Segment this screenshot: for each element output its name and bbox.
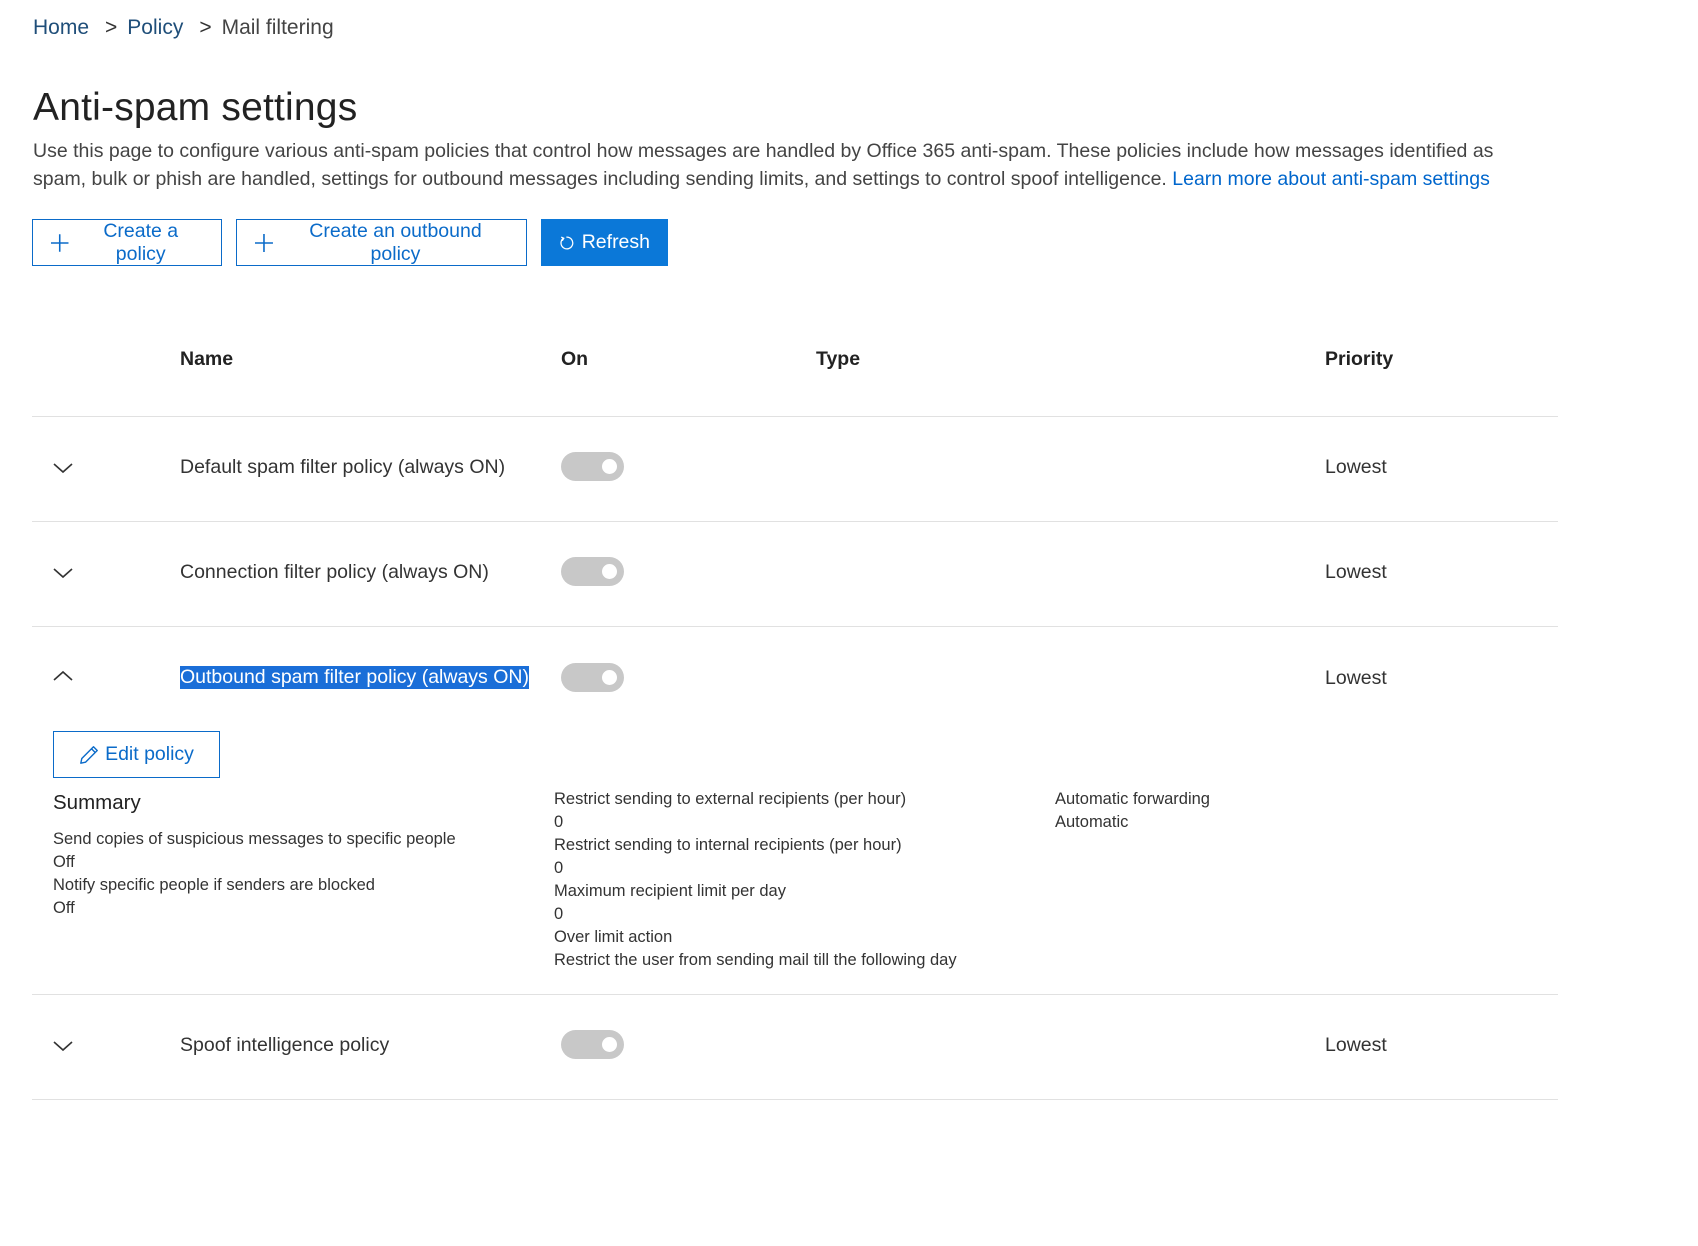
policy-toggle[interactable] — [561, 1030, 624, 1059]
policy-priority: Lowest — [1325, 1034, 1387, 1056]
policy-toggle[interactable] — [561, 557, 624, 586]
setting-label: Restrict sending to external recipients … — [554, 790, 907, 808]
policy-priority: Lowest — [1325, 561, 1387, 583]
refresh-button[interactable]: Refresh — [541, 219, 668, 266]
refresh-icon — [560, 235, 574, 249]
table-row[interactable]: Connection filter policy (always ON) Low… — [32, 521, 1558, 627]
summary-column-notifications: Send copies of suspicious messages to sp… — [53, 828, 456, 920]
policy-name[interactable]: Outbound spam filter policy (always ON) — [180, 666, 529, 689]
table-header: Name On Type Priority — [32, 335, 1558, 417]
breadcrumb-separator: > — [105, 16, 118, 39]
toggle-knob — [602, 459, 617, 474]
policy-name[interactable]: Default spam filter policy (always ON) — [180, 456, 505, 479]
toggle-knob — [602, 670, 617, 685]
summary-column-limits: Restrict sending to external recipients … — [554, 788, 957, 972]
setting-label: Send copies of suspicious messages to sp… — [53, 830, 456, 848]
breadcrumb-policy-link[interactable]: Policy — [127, 16, 183, 40]
setting-value: 0 — [554, 859, 564, 877]
refresh-label: Refresh — [581, 231, 650, 253]
table-row[interactable]: Default spam filter policy (always ON) L… — [32, 416, 1558, 522]
create-policy-button[interactable]: Create a policy — [32, 219, 222, 266]
setting-value: Off — [53, 899, 75, 917]
setting-value: Restrict the user from sending mail till… — [554, 951, 957, 969]
table-row[interactable]: Spoof intelligence policy Lowest — [32, 994, 1558, 1100]
setting-label: Automatic forwarding — [1055, 790, 1210, 808]
breadcrumb-home-link[interactable]: Home — [33, 16, 89, 40]
breadcrumb-separator: > — [199, 16, 212, 39]
learn-more-link[interactable]: Learn more about anti-spam settings — [1172, 168, 1490, 190]
toggle-knob — [602, 564, 617, 579]
policy-priority: Lowest — [1325, 456, 1387, 478]
breadcrumb: Home > Policy > Mail filtering — [33, 16, 334, 40]
setting-label: Maximum recipient limit per day — [554, 882, 786, 900]
setting-value: 0 — [554, 905, 564, 923]
policy-toggle[interactable] — [561, 663, 624, 692]
toggle-knob — [602, 1037, 617, 1052]
column-header-type[interactable]: Type — [816, 348, 860, 371]
create-policy-label: Create a policy — [103, 219, 179, 265]
action-bar: Create a policy Create an outbound polic… — [32, 219, 668, 266]
pencil-icon — [80, 745, 98, 764]
chevron-down-icon[interactable] — [51, 1034, 75, 1058]
setting-value: Automatic — [1055, 813, 1129, 831]
setting-label: Restrict sending to internal recipients … — [554, 836, 902, 854]
page-description: Use this page to configure various anti-… — [33, 137, 1533, 193]
create-outbound-policy-label: Create an outbound policy — [309, 219, 482, 265]
policy-name[interactable]: Connection filter policy (always ON) — [180, 561, 489, 584]
create-outbound-policy-button[interactable]: Create an outbound policy — [236, 219, 527, 266]
column-header-on[interactable]: On — [561, 348, 588, 371]
plus-icon — [50, 233, 69, 252]
edit-policy-button[interactable]: Edit policy — [53, 731, 220, 778]
column-header-name[interactable]: Name — [180, 348, 233, 371]
setting-value: Off — [53, 853, 75, 871]
setting-value: 0 — [554, 813, 564, 831]
chevron-down-icon[interactable] — [51, 561, 75, 585]
setting-label: Over limit action — [554, 928, 673, 946]
table-row-expanded[interactable]: Outbound spam filter policy (always ON) … — [32, 626, 1558, 995]
breadcrumb-current: Mail filtering — [221, 16, 334, 39]
policy-priority: Lowest — [1325, 667, 1387, 689]
summary-title: Summary — [53, 791, 141, 814]
page-title: Anti-spam settings — [33, 86, 358, 129]
column-header-priority[interactable]: Priority — [1325, 348, 1393, 371]
chevron-down-icon[interactable] — [51, 456, 75, 480]
policy-toggle[interactable] — [561, 452, 624, 481]
plus-icon — [254, 233, 273, 252]
edit-policy-label: Edit policy — [105, 743, 194, 765]
chevron-up-icon[interactable] — [51, 664, 75, 688]
setting-label: Notify specific people if senders are bl… — [53, 876, 375, 894]
summary-column-forwarding: Automatic forwarding Automatic — [1055, 788, 1210, 834]
policy-name[interactable]: Spoof intelligence policy — [180, 1034, 389, 1057]
